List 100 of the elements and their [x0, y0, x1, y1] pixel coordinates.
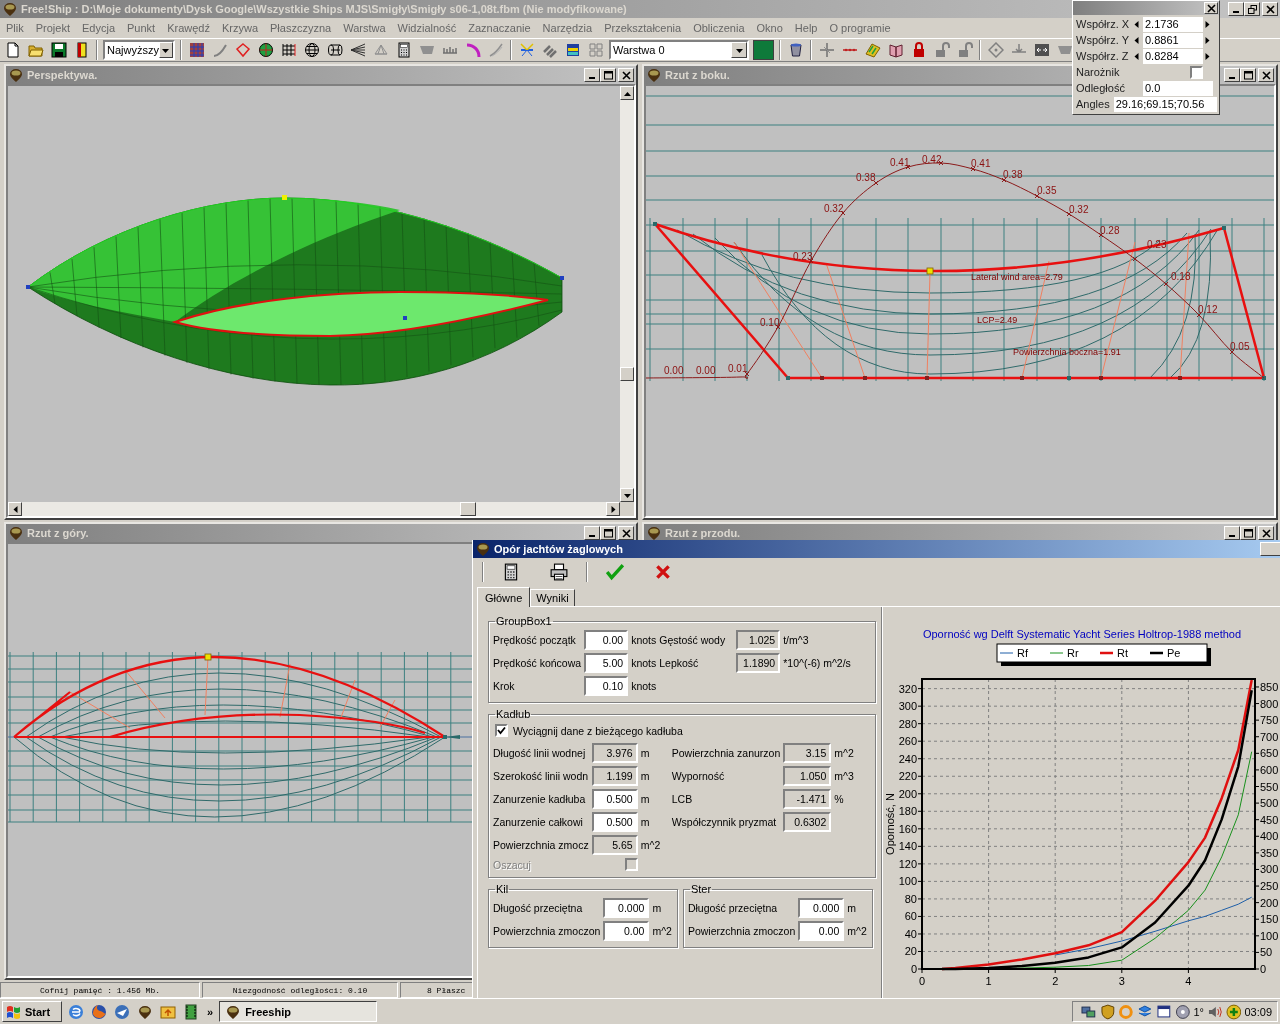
field-label: Odległość [1076, 82, 1126, 94]
axis-tick-label: 400 [1260, 830, 1279, 843]
status-text: Niezgodność odległości: 0.10 [232, 985, 368, 995]
unit-label: knots [631, 680, 657, 692]
field-label: Współrz. Z [1076, 50, 1130, 62]
curve-value-label: 0.28 [1100, 225, 1120, 236]
axis-tick-label: 750 [1260, 714, 1279, 727]
group-title: Ster [689, 883, 713, 895]
field-label: Zanurzenie kadłuba [493, 793, 587, 805]
unit-label: t/m^3 [783, 634, 810, 646]
axis-tick-label: 140 [898, 840, 917, 853]
legend-label: Rf [1017, 647, 1028, 659]
curve-value-label: 0.38 [856, 172, 876, 183]
axis-tick-label: 2 [1052, 975, 1059, 987]
curve-value-label: 0.00 [696, 365, 716, 376]
axis-tick-label: 350 [1260, 846, 1279, 859]
axis-tick-label: 550 [1260, 780, 1279, 793]
legend-label: Rr [1067, 647, 1079, 659]
field-label: Zanurzenie całkowi [493, 816, 584, 828]
axis-tick-label: 80 [904, 892, 917, 905]
view-title: Perspektywa. [27, 69, 98, 81]
curve-value-label: 0.32 [824, 203, 844, 214]
axis-tick-label: 1 [985, 975, 992, 987]
curve-value-label: 0.00 [664, 365, 684, 376]
unit-label: m [640, 816, 651, 828]
axis-tick-label: 60 [904, 910, 917, 923]
group-title: Kil [495, 883, 510, 895]
temperature-reading: 1° [1193, 1005, 1204, 1018]
axis-tick-label: 40 [904, 927, 917, 940]
axis-tick-label: 200 [1260, 896, 1279, 909]
axis-tick-label: 500 [1260, 797, 1279, 810]
annotation-label: Lateral wind area=2.79 [971, 272, 1063, 282]
view-title: Rzut z boku. [665, 69, 730, 81]
curve-value-label: 0.42 [922, 154, 942, 165]
curve-value-label: 0.12 [1198, 304, 1218, 315]
field-label: Angles [1076, 98, 1110, 110]
axis-tick-label: 700 [1260, 730, 1279, 743]
axis-tick-label: 0 [910, 963, 917, 975]
axis-tick-label: 260 [898, 735, 917, 748]
axis-tick-label: 20 [904, 945, 917, 958]
field-label: Współrz. Y [1076, 34, 1130, 46]
annotation-label: LCP=2.49 [977, 315, 1018, 325]
axis-tick-label: 50 [1260, 946, 1273, 959]
checkbox-label: Wyciągnij dane z bieżącego kadłuba [513, 724, 683, 737]
clock: 03:09 [1244, 1005, 1272, 1018]
axis-tick-label: 600 [1260, 763, 1279, 776]
axis-tick-label: 180 [898, 805, 917, 818]
unit-label: knots [631, 657, 657, 669]
axis-tick-label: 200 [898, 787, 917, 800]
unit-label: m [640, 793, 651, 805]
unit-label: m^3 [834, 770, 854, 782]
group-title: Kadłub [495, 708, 532, 720]
axis-tick-label: 100 [1260, 929, 1279, 942]
field-label: Gęstość wody [659, 634, 726, 646]
legend-label: Rt [1117, 647, 1128, 659]
field-label: Wyporność [671, 770, 726, 782]
status-text: Cofnij pamięć : 1.456 Mb. [40, 985, 160, 995]
axis-tick-label: 4 [1185, 975, 1192, 987]
field-label: Powierzchnia zmoczon [493, 925, 601, 937]
field-label: Powierzchnia zmoczon [687, 925, 796, 937]
axis-tick-label: 3 [1118, 975, 1125, 987]
axis-tick-label: 320 [898, 682, 917, 695]
dialog-title: Opór jachtów żaglowych [494, 543, 623, 555]
unit-label: m^2 [652, 925, 672, 937]
curve-value-label: 0.10 [760, 317, 780, 328]
field-label: Narożnik [1076, 66, 1121, 78]
field-label: Prędkość początk [493, 634, 577, 646]
field-label: Powierzchnia zanurzon [671, 747, 781, 759]
status-text: 8 Płaszc [427, 985, 466, 995]
legend-label: Pe [1167, 647, 1181, 659]
field-label: Współczynnik pryzmat [671, 816, 778, 828]
unit-label: m^2 [640, 839, 662, 851]
axis-tick-label: 450 [1260, 813, 1279, 826]
curve-value-label: 0.05 [1230, 341, 1250, 352]
unit-label: m^2 [834, 747, 854, 759]
unit-label: *10^(-6) m^2/s [783, 657, 851, 669]
unit-label: m [640, 770, 651, 782]
unit-label: % [834, 793, 845, 805]
unit-label: m [847, 902, 858, 914]
unit-label: m [640, 747, 651, 759]
axis-tick-label: 160 [898, 822, 917, 835]
checkbox-label: Oszacuj [493, 858, 532, 871]
axis-tick-label: 800 [1260, 697, 1279, 710]
axis-title: Oporność, N [884, 793, 896, 855]
field-label: LCB [671, 793, 694, 805]
curve-value-label: 0.01 [728, 363, 748, 374]
axis-tick-label: 150 [1260, 913, 1279, 926]
field-label: Długość przeciętna [687, 902, 779, 914]
field-label: Długość przeciętna [493, 902, 584, 914]
curve-value-label: 0.41 [971, 158, 991, 169]
field-label: Krok [493, 680, 516, 692]
curve-value-label: 0.23 [793, 251, 813, 262]
curve-value-label: 0.32 [1069, 204, 1089, 215]
view-title: Rzut z przodu. [665, 527, 741, 539]
axis-tick-label: 240 [898, 752, 917, 765]
curve-value-label: 0.38 [1003, 169, 1023, 180]
axis-tick-label: 120 [898, 857, 917, 870]
unit-label: m^2 [847, 925, 867, 937]
app-title: Free!Ship : D:\Moje dokumenty\Dysk Google\Wszystkie Ships MJS\Smigły\Smigły s06-1,08t.fbm (Nie modyfikowane) [21, 3, 627, 15]
unit-label: m [652, 902, 663, 914]
